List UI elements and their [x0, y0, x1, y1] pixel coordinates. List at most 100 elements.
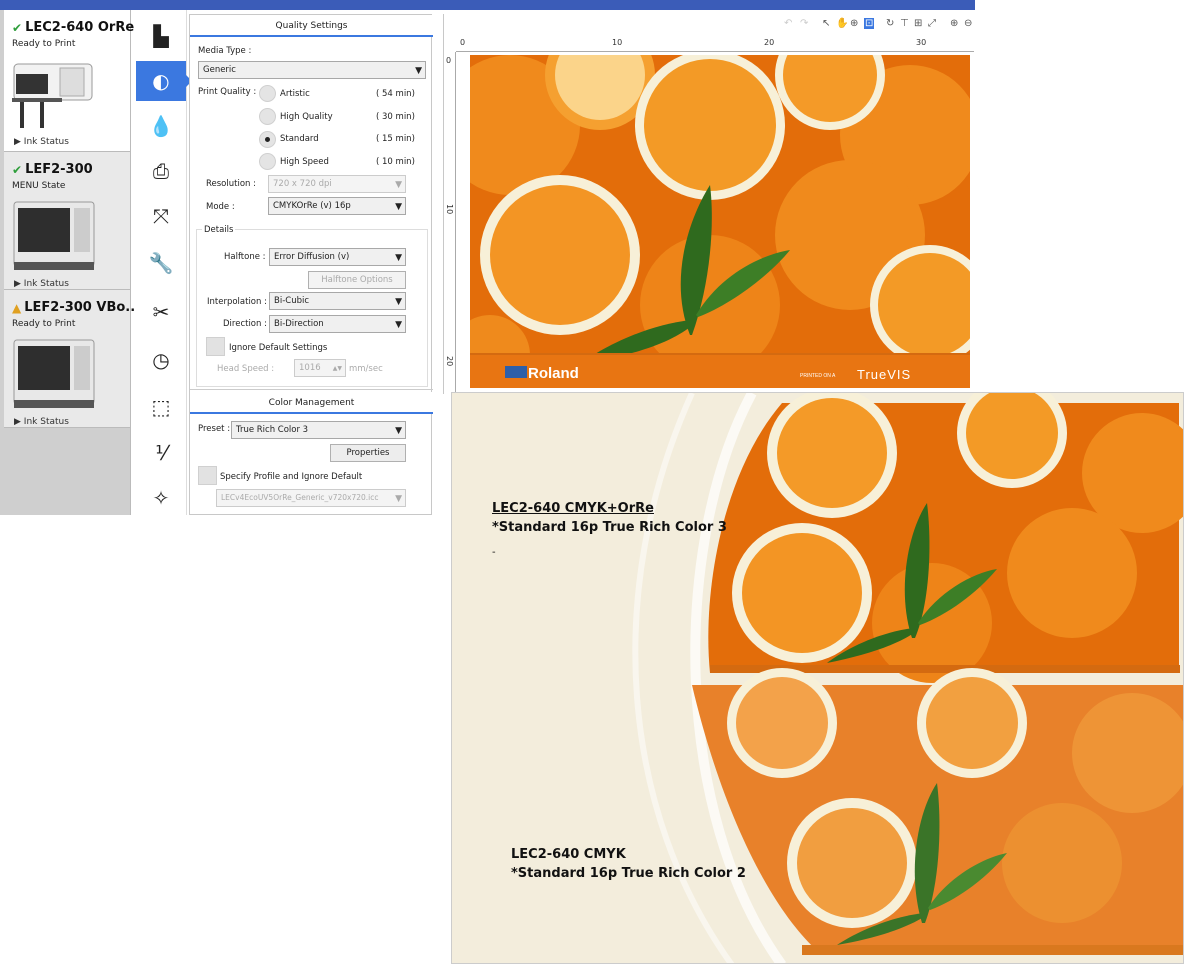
comparison-image: LEC2-640 CMYK+OrRe *Standard 16p True Ri…	[451, 392, 1184, 964]
printer-name: LEC2-640 OrRe	[25, 20, 135, 35]
zoom-out-icon[interactable]: ⊖	[964, 18, 972, 29]
option-label: High Speed	[280, 157, 329, 167]
zoom-icon[interactable]: ⊕	[850, 18, 858, 29]
quality-header: Quality Settings	[190, 15, 433, 37]
interpolation-label: Interpolation :	[207, 297, 267, 307]
specify-profile-checkbox[interactable]	[198, 466, 217, 485]
radio-standard[interactable]	[259, 131, 276, 148]
swatch-icon[interactable]: ✧	[136, 478, 186, 518]
option-label: Artistic	[280, 89, 310, 99]
fit-icon[interactable]: ⤧	[136, 196, 186, 236]
printer-image	[12, 63, 93, 128]
ink-drops-icon[interactable]: 💧	[136, 106, 186, 146]
align-top-icon[interactable]: ⊤	[900, 18, 909, 29]
direction-label: Direction :	[223, 319, 267, 329]
mode-label: Mode :	[206, 202, 235, 212]
radio-high-quality[interactable]	[259, 108, 276, 125]
tool-rail: ▙ ◐ 💧 ⎙ ⤧ 🔧 ✂ ◷ ⬚ ⅟ ✧	[134, 10, 192, 518]
ignore-default-checkbox[interactable]	[206, 337, 225, 356]
head-speed-label: Head Speed :	[217, 364, 275, 374]
printer-list: ✔ LEC2-640 OrRe Ready to Print ▶ Ink Stat…	[0, 10, 140, 515]
layout-icon[interactable]: ▙	[136, 16, 186, 56]
bottom-caption-line1: LEC2-640 CMYK	[511, 847, 626, 862]
preset-label: Preset :	[198, 424, 231, 434]
print-quality-label: Print Quality :	[198, 87, 257, 97]
printer-image	[13, 201, 95, 270]
printer-image	[13, 339, 95, 408]
direction-select[interactable]: Bi-Direction ▼	[269, 315, 406, 333]
undo-icon[interactable]: ↶	[784, 18, 792, 29]
resolution-label: Resolution :	[206, 179, 256, 189]
profile-select[interactable]: LECv4EcoUV5OrRe_Generic_v720x720.icc ▼	[216, 489, 406, 507]
top-caption-dash: -	[492, 547, 496, 558]
radio-artistic[interactable]	[259, 85, 276, 102]
color-header: Color Management	[190, 392, 433, 414]
printer-state: Ready to Print	[12, 319, 76, 329]
resolution-select[interactable]: 720 x 720 dpi ▼	[268, 175, 406, 193]
top-bar	[0, 0, 975, 10]
preset-select[interactable]: True Rich Color 3 ▼	[231, 421, 406, 439]
clock-icon[interactable]: ◷	[136, 340, 186, 380]
ink-status-toggle[interactable]: ▶ Ink Status	[14, 417, 69, 427]
option-label: Standard	[280, 134, 319, 144]
printer-card-2[interactable]: ✔ LEF2-300 MENU State ▶ Ink Status	[4, 152, 130, 290]
settings-panel: Quality Settings Media Type : Generic ▼ P…	[189, 14, 433, 515]
stepper-icon: ▲▼	[332, 365, 342, 372]
roland-logo: Roland	[528, 365, 579, 382]
rotate-icon[interactable]: ↻	[886, 18, 894, 29]
interpolation-select[interactable]: Bi-Cubic ▼	[269, 292, 406, 310]
oranges-image: Roland PRINTED ON A TrueVIS	[470, 55, 970, 388]
chevron-down-icon: ▼	[395, 253, 402, 263]
option-label: High Quality	[280, 112, 333, 122]
number-icon[interactable]: ⅟	[136, 433, 186, 473]
chevron-down-icon: ▼	[395, 202, 402, 212]
chevron-down-icon: ▼	[415, 66, 422, 76]
chevron-down-icon: ▼	[395, 180, 402, 190]
truevis-logo: TrueVIS	[857, 367, 911, 382]
printer-name: LEF2-300 VBo...	[24, 300, 141, 315]
top-oranges	[708, 393, 1183, 683]
pointer-icon[interactable]: ↖	[822, 18, 830, 29]
check-icon: ✔	[12, 162, 23, 177]
details-label: Details	[202, 225, 236, 235]
radio-high-speed[interactable]	[259, 153, 276, 170]
mode-select[interactable]: CMYKOrRe (v) 16p ▼	[268, 197, 406, 215]
horizontal-ruler: 0 10 20 30	[456, 38, 974, 52]
redo-icon[interactable]: ↷	[800, 18, 808, 29]
chevron-down-icon: ▼	[395, 320, 402, 330]
head-speed-input[interactable]: 1016 ▲▼	[294, 359, 346, 377]
hand-icon[interactable]: ✋	[836, 18, 848, 29]
halftone-select[interactable]: Error Diffusion (v) ▼	[269, 248, 406, 266]
media-type-select[interactable]: Generic ▼	[198, 61, 426, 79]
media-type-label: Media Type :	[198, 46, 252, 56]
ink-status-toggle[interactable]: ▶ Ink Status	[14, 137, 69, 147]
printed-on-text: PRINTED ON A	[800, 373, 836, 379]
zoom-fit-icon[interactable]: ⊡	[864, 18, 875, 29]
option-time: ( 15 min)	[376, 134, 415, 144]
ink-status-toggle[interactable]: ▶ Ink Status	[14, 279, 69, 289]
printer-name: LEF2-300	[25, 162, 93, 177]
print-preview-image[interactable]: Roland PRINTED ON A TrueVIS	[470, 55, 970, 388]
top-caption-line1: LEC2-640 CMYK+OrRe	[492, 501, 654, 516]
warning-icon: ▲	[12, 300, 22, 315]
properties-button[interactable]: Properties	[330, 444, 406, 462]
wrench-icon[interactable]: 🔧	[136, 243, 186, 283]
ignore-default-label: Ignore Default Settings	[229, 343, 328, 353]
bottom-caption-line2: *Standard 16p True Rich Color 2	[511, 866, 746, 881]
specify-profile-label: Specify Profile and Ignore Default	[220, 472, 363, 482]
quality-icon[interactable]: ◐	[136, 61, 192, 101]
fit-page-icon[interactable]: ⤢	[928, 18, 936, 29]
halftone-options-button[interactable]: Halftone Options	[308, 271, 406, 289]
printer-card-3[interactable]: ▲ LEF2-300 VBo... Ready to Print ▶ Ink St…	[4, 290, 140, 428]
print-job-icon[interactable]: ⎙	[136, 151, 186, 191]
option-time: ( 10 min)	[376, 157, 415, 167]
align-center-icon[interactable]: ⊞	[914, 18, 922, 29]
scissors-icon[interactable]: ✂	[136, 292, 186, 332]
option-time: ( 54 min)	[376, 89, 415, 99]
printer-card-1[interactable]: ✔ LEC2-640 OrRe Ready to Print ▶ Ink Stat…	[4, 10, 134, 152]
chevron-down-icon: ▼	[395, 426, 402, 436]
zoom-in-icon[interactable]: ⊕	[950, 18, 958, 29]
chevron-down-icon: ▼	[395, 297, 402, 307]
crop-icon[interactable]: ⬚	[136, 387, 186, 427]
vertical-ruler: 0 10 20	[444, 52, 456, 394]
